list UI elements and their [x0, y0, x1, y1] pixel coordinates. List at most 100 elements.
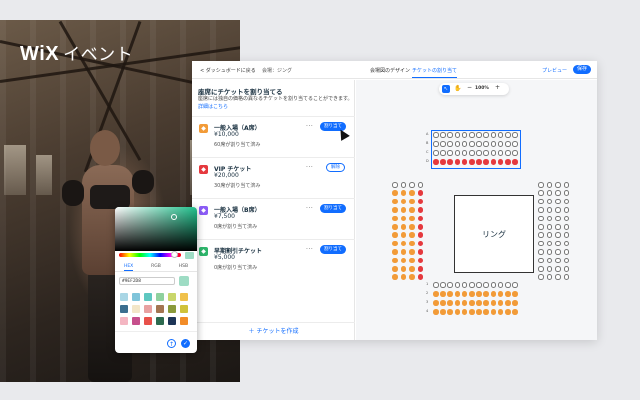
- seat[interactable]: [546, 249, 552, 255]
- color-swatch[interactable]: [144, 293, 152, 301]
- ticket-item[interactable]: ◆ 一般入場（B席） ¥7,500 0席が割り当て済み ··· 割り当て: [192, 198, 355, 238]
- seat[interactable]: [409, 257, 415, 264]
- seat[interactable]: [563, 240, 569, 247]
- zoom-out-button[interactable]: −: [467, 84, 472, 91]
- seat[interactable]: [538, 215, 544, 222]
- seat[interactable]: [490, 291, 497, 297]
- seat[interactable]: [563, 232, 569, 238]
- color-swatch[interactable]: [144, 317, 152, 325]
- seat[interactable]: [538, 266, 544, 272]
- unassign-button[interactable]: 解除: [326, 163, 345, 172]
- seat[interactable]: [563, 190, 569, 196]
- seat[interactable]: [555, 207, 561, 213]
- seat[interactable]: [417, 232, 423, 238]
- tab-rgb[interactable]: RGB: [151, 262, 161, 271]
- seat[interactable]: [546, 240, 552, 247]
- seat[interactable]: [447, 282, 453, 288]
- seat[interactable]: [483, 309, 489, 315]
- assign-button[interactable]: 割り当て: [320, 245, 346, 254]
- seat[interactable]: [454, 291, 461, 297]
- seat[interactable]: [392, 266, 398, 272]
- seat[interactable]: [400, 215, 406, 222]
- seat[interactable]: [538, 190, 544, 196]
- color-swatch[interactable]: [120, 305, 128, 313]
- seat[interactable]: [454, 309, 461, 315]
- more-options-icon[interactable]: ···: [306, 123, 313, 130]
- seat[interactable]: [417, 207, 423, 213]
- seat[interactable]: [447, 300, 453, 306]
- seat[interactable]: [563, 207, 569, 213]
- seat[interactable]: [555, 215, 561, 222]
- seat[interactable]: [490, 282, 497, 288]
- color-swatch[interactable]: [180, 293, 188, 301]
- seat[interactable]: [454, 300, 461, 306]
- seat[interactable]: [512, 300, 518, 306]
- seat[interactable]: [409, 249, 415, 255]
- seat[interactable]: [440, 309, 446, 315]
- seat[interactable]: [546, 207, 552, 213]
- seat[interactable]: [469, 309, 475, 315]
- back-to-dashboard-link[interactable]: < ダッシュボードに戻る: [200, 67, 256, 74]
- color-swatch[interactable]: [180, 317, 188, 325]
- seat[interactable]: [505, 291, 511, 297]
- seat[interactable]: [400, 182, 406, 188]
- seat[interactable]: [392, 224, 398, 230]
- seat-map-canvas[interactable]: A B C D 1 2 3 4 リング ↖ ✋ − 100% +: [356, 80, 597, 340]
- seat[interactable]: [538, 182, 544, 188]
- seat[interactable]: [409, 232, 415, 238]
- seat[interactable]: [512, 282, 518, 288]
- seat[interactable]: [546, 274, 552, 280]
- seat[interactable]: [417, 224, 423, 230]
- seat[interactable]: [417, 266, 423, 272]
- color-swatch[interactable]: [168, 293, 176, 301]
- seat[interactable]: [400, 207, 406, 213]
- seat[interactable]: [546, 215, 552, 222]
- seat[interactable]: [563, 198, 569, 205]
- seat[interactable]: [563, 266, 569, 272]
- seat[interactable]: [563, 249, 569, 255]
- seat[interactable]: [392, 257, 398, 264]
- color-swatch[interactable]: [120, 317, 128, 325]
- seat[interactable]: [433, 282, 439, 288]
- seat[interactable]: [476, 300, 482, 306]
- seat[interactable]: [538, 257, 544, 264]
- seat[interactable]: [469, 300, 475, 306]
- zoom-in-button[interactable]: +: [495, 84, 500, 91]
- seat[interactable]: [490, 309, 497, 315]
- hex-input[interactable]: #9EF2D8: [119, 277, 175, 285]
- seat[interactable]: [409, 266, 415, 272]
- saturation-area[interactable]: [115, 207, 197, 251]
- seat[interactable]: [400, 232, 406, 238]
- learn-more-link[interactable]: 詳細はこちら: [198, 103, 228, 110]
- seat[interactable]: [400, 198, 406, 205]
- seat[interactable]: [433, 300, 439, 306]
- more-options-icon[interactable]: ···: [306, 205, 313, 212]
- create-ticket-button[interactable]: ＋ チケットを作成: [192, 322, 355, 340]
- color-swatch[interactable]: [156, 305, 164, 313]
- seat[interactable]: [409, 207, 415, 213]
- seat[interactable]: [409, 240, 415, 247]
- seat[interactable]: [538, 274, 544, 280]
- seat[interactable]: [392, 198, 398, 205]
- seat[interactable]: [555, 198, 561, 205]
- tab-venue-design[interactable]: 会場図のデザイン: [370, 67, 410, 74]
- seat[interactable]: [417, 198, 423, 205]
- color-swatch[interactable]: [132, 317, 140, 325]
- seat[interactable]: [505, 300, 511, 306]
- seat[interactable]: [563, 224, 569, 230]
- seat[interactable]: [440, 300, 446, 306]
- seat[interactable]: [392, 182, 398, 188]
- seat[interactable]: [400, 190, 406, 196]
- seat[interactable]: [417, 240, 423, 247]
- seat[interactable]: [461, 309, 468, 315]
- more-options-icon[interactable]: ···: [306, 164, 313, 171]
- seat[interactable]: [461, 291, 468, 297]
- preview-button[interactable]: プレビュー: [542, 67, 567, 74]
- seat[interactable]: [409, 274, 415, 280]
- seat[interactable]: [512, 309, 518, 315]
- more-options-icon[interactable]: ···: [306, 246, 313, 253]
- seat[interactable]: [392, 232, 398, 238]
- select-tool-icon[interactable]: ↖: [442, 85, 450, 93]
- seat[interactable]: [476, 291, 482, 297]
- seat[interactable]: [440, 282, 446, 288]
